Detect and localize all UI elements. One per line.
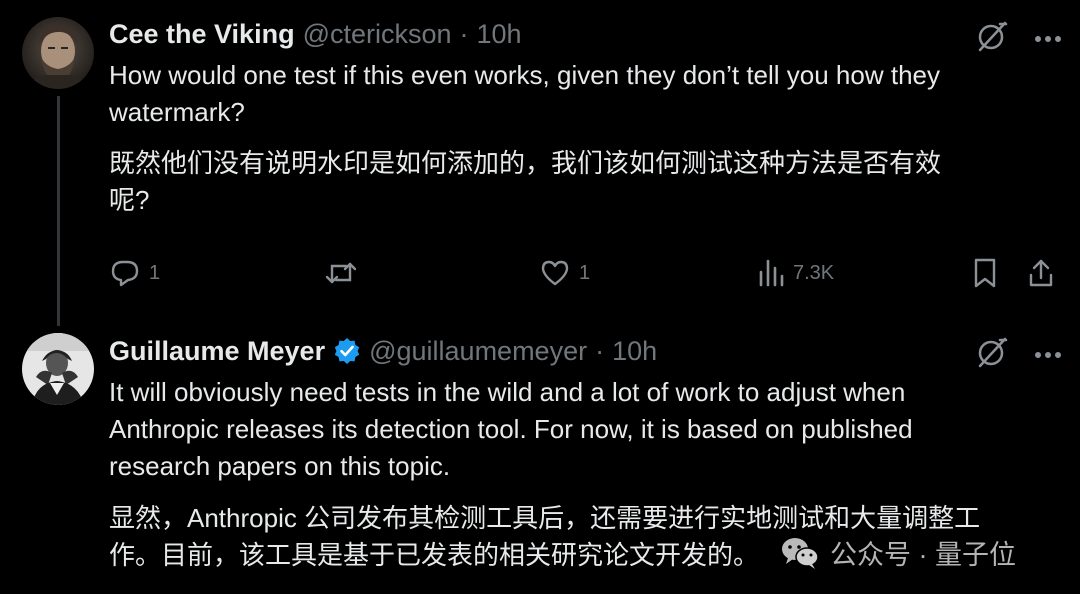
more-options-icon[interactable] <box>1034 346 1062 364</box>
tweet-text-english: It will obviously need tests in the wild… <box>109 377 913 481</box>
reply-button[interactable]: 1 <box>109 256 160 290</box>
view-count: 7.3K <box>793 261 835 284</box>
tweet-header: Cee the Viking @cterickson · 10h <box>109 17 522 51</box>
like-count: 1 <box>579 261 591 284</box>
watermark-text: 公众号 · 量子位 <box>830 540 1016 570</box>
tweet-text-chinese: 既然他们没有说明水印是如何添加的，我们该如何测试这种方法是否有效 呢? <box>109 148 942 215</box>
bookmark-button[interactable] <box>972 256 998 290</box>
avatar-guillaume-meyer[interactable] <box>22 333 94 405</box>
display-name[interactable]: Cee the Viking <box>109 17 295 51</box>
avatar-cee-the-viking[interactable] <box>22 17 94 89</box>
share-icon <box>1029 259 1053 287</box>
user-handle[interactable]: @guillaumemeyer <box>369 334 587 368</box>
separator: · <box>459 19 469 49</box>
like-button[interactable]: 1 <box>539 256 590 290</box>
repost-button[interactable] <box>324 256 358 290</box>
repost-icon <box>325 262 357 284</box>
separator: · <box>595 336 605 366</box>
analytics-icon <box>759 259 784 287</box>
share-button[interactable] <box>1027 256 1055 290</box>
grok-icon[interactable] <box>976 336 1008 373</box>
grok-icon[interactable] <box>976 20 1008 57</box>
user-handle[interactable]: @cterickson <box>303 17 452 51</box>
display-name[interactable]: Guillaume Meyer <box>109 334 325 368</box>
bookmark-icon <box>974 258 996 288</box>
reply-icon <box>111 260 139 287</box>
tweet-header: Guillaume Meyer @guillaumemeyer · 10h <box>109 334 657 368</box>
views-button[interactable]: 7.3K <box>757 256 834 290</box>
tweet-text-english: How would one test if this even works, g… <box>109 60 940 127</box>
verified-badge-icon[interactable] <box>333 337 361 365</box>
wechat-watermark: 公众号 · 量子位 <box>780 533 1016 572</box>
more-options-icon[interactable] <box>1034 30 1062 48</box>
thread-connector-line <box>57 96 60 326</box>
avatar-image <box>22 333 94 405</box>
wechat-icon <box>782 537 819 569</box>
heart-icon <box>541 260 569 286</box>
tweet-top-icons <box>976 20 1062 57</box>
reply-count: 1 <box>149 261 161 284</box>
timestamp[interactable]: 10h <box>477 17 522 51</box>
tweet-top-icons <box>976 336 1062 373</box>
timestamp[interactable]: 10h <box>612 334 657 368</box>
avatar-image <box>22 17 94 89</box>
